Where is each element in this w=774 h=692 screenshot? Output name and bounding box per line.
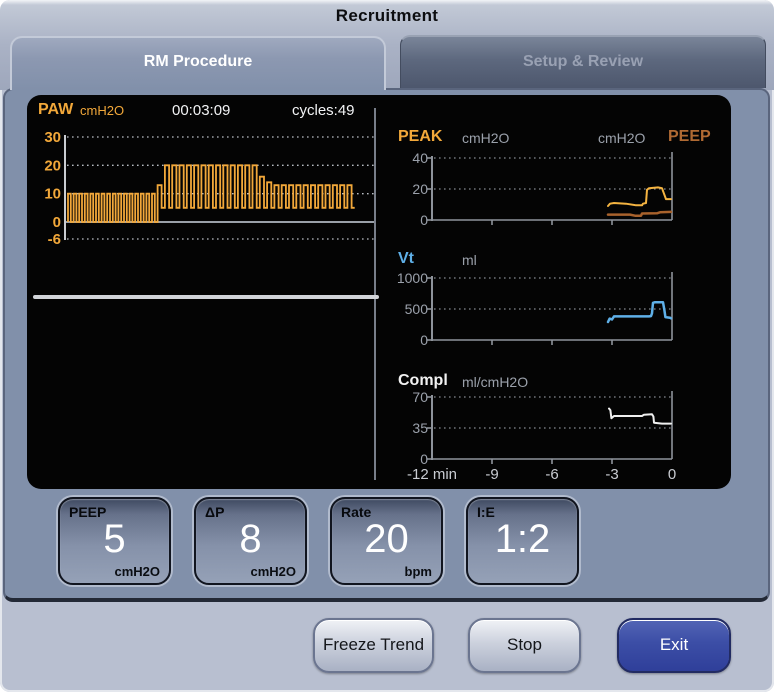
delta-p-setting-unit: cmH2O	[250, 564, 296, 579]
delta-p-setting-button[interactable]: ΔP 8 cmH2O	[194, 497, 307, 585]
time-axis-label: -9	[485, 466, 498, 483]
vt-trend-chart: 1000 500 0	[388, 270, 688, 350]
time-axis-label: -6	[545, 466, 558, 483]
table-row: Pre-Cycle 14 5 338 39	[35, 297, 152, 299]
peak-trend-label: PEAK	[398, 128, 442, 146]
time-axis-label: -12 min	[407, 466, 457, 483]
svg-text:70: 70	[412, 389, 428, 405]
svg-text:0: 0	[53, 214, 61, 231]
svg-text:0: 0	[420, 212, 428, 228]
vt-trend-unit: ml	[462, 252, 477, 268]
svg-text:20: 20	[412, 181, 428, 197]
cell-value: 5	[99, 298, 108, 300]
svg-text:1000: 1000	[397, 270, 428, 286]
paw-waveform-chart: 30 20 10 0-6	[28, 122, 378, 254]
compl-trend-chart: 70 35 0	[388, 389, 688, 469]
peak-trend-unit: cmH2O	[462, 130, 509, 146]
cell-value: 14	[79, 298, 97, 300]
svg-text:10: 10	[44, 186, 61, 203]
cell-value: 39	[134, 298, 152, 300]
trend-time-axis: -12 min -9 -6 -3 0	[388, 466, 698, 484]
svg-text:20: 20	[44, 157, 61, 174]
vt-trend-header: Vt ml	[398, 250, 720, 270]
compl-trend-label: Compl	[398, 372, 448, 390]
paw-chart-header: PAW cmH2O 00:03:09 cycles:49	[38, 101, 383, 121]
compl-trend-unit: ml/cmH2O	[462, 374, 528, 390]
table-corner-cell	[36, 298, 37, 300]
peep-setting-value: 5	[60, 515, 169, 563]
paw-unit-label: cmH2O	[80, 103, 124, 118]
svg-text:500: 500	[405, 301, 429, 317]
cell-value: +1	[156, 298, 174, 300]
svg-text:0: 0	[420, 451, 428, 467]
panel-divider	[374, 108, 376, 480]
table-row: Variance +0 +0 <1 +1	[35, 297, 175, 299]
peep-setting-button[interactable]: PEEP 5 cmH2O	[58, 497, 171, 585]
svg-text:35: 35	[412, 420, 428, 436]
measurements-table: PEAKcmH2O PEEPcmH2O Vtml Complml/cmH2O R…	[33, 295, 379, 299]
peep-trend-label: PEEP	[668, 128, 711, 146]
freeze-trend-button[interactable]: Freeze Trend	[313, 618, 434, 673]
cell-value: <1	[138, 298, 156, 300]
peep-setting-unit: cmH2O	[114, 564, 160, 579]
row-label-realtime: Real-time	[36, 298, 80, 300]
cell-value: 338	[106, 298, 132, 300]
table-row: Real-time 14 5 338 40	[35, 297, 151, 299]
cell-value: 40	[132, 298, 150, 300]
cell-value: 14	[81, 298, 99, 300]
rate-setting-unit: bpm	[405, 564, 432, 579]
rate-setting-value: 20	[332, 515, 441, 563]
cell-value: 338	[108, 298, 134, 300]
svg-text:30: 30	[44, 129, 61, 146]
delta-p-setting-value: 8	[196, 515, 305, 563]
tab-rm-procedure[interactable]: RM Procedure	[10, 36, 386, 90]
svg-text:-6: -6	[48, 231, 61, 248]
page-title: Recruitment	[0, 6, 774, 26]
row-label-variance: Variance	[36, 298, 102, 300]
monitor-panel: PAW cmH2O 00:03:09 cycles:49 3020100-6 P…	[27, 95, 731, 489]
cell-value: +0	[120, 298, 138, 300]
svg-text:0: 0	[420, 332, 428, 348]
ie-ratio-setting-value: 1:2	[468, 515, 577, 563]
time-axis-label: 0	[668, 466, 676, 483]
cell-value: +0	[102, 298, 120, 300]
col-header-peak: PEAKcmH2O	[37, 298, 80, 300]
col-header-vt: Vtml	[123, 298, 139, 300]
recruitment-window: Recruitment Setup & Review RM Procedure …	[0, 0, 774, 692]
vt-trend-label: Vt	[398, 250, 414, 268]
row-label-precycle: Pre-Cycle	[36, 298, 82, 300]
tab-setup-review[interactable]: Setup & Review	[400, 35, 766, 88]
paw-label: PAW	[38, 101, 73, 119]
cycles-count: cycles:49	[292, 102, 355, 119]
rate-setting-button[interactable]: Rate 20 bpm	[330, 497, 443, 585]
elapsed-time: 00:03:09	[172, 102, 230, 119]
time-axis-label: -3	[605, 466, 618, 483]
ie-ratio-setting-button[interactable]: I:E 1:2	[466, 497, 579, 585]
svg-text:40: 40	[412, 150, 428, 166]
peak-peep-trend-chart: 40 20 0	[388, 150, 688, 230]
col-header-compl: Complml/cmH2O	[139, 298, 199, 300]
stop-button[interactable]: Stop	[468, 618, 581, 673]
peep-trend-unit: cmH2O	[598, 130, 645, 146]
exit-button[interactable]: Exit	[617, 618, 731, 673]
cell-value: 5	[97, 298, 106, 300]
peak-peep-trend-header: PEAK cmH2O cmH2O PEEP	[398, 128, 720, 148]
col-header-peep: PEEPcmH2O	[80, 298, 123, 300]
